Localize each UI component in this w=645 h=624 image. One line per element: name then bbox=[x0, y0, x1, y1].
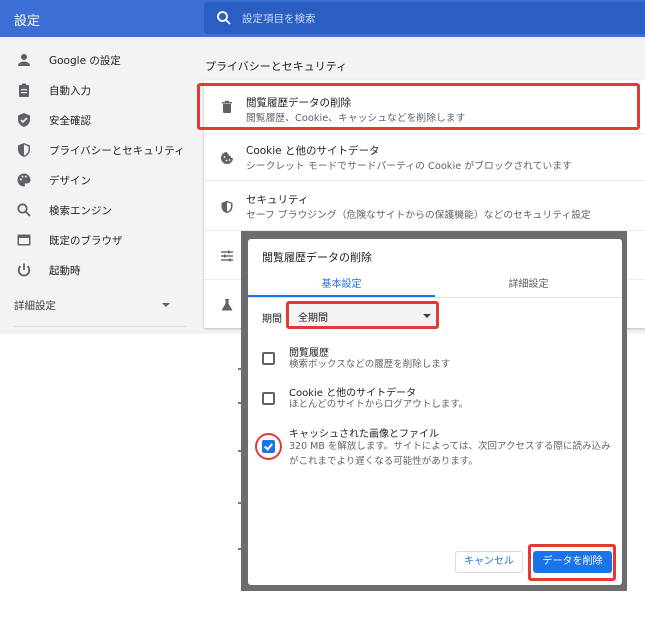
sidebar-item-default-browser[interactable]: 既定のブラウザ bbox=[0, 225, 190, 255]
search-box[interactable]: 設定項目を検索 bbox=[204, 2, 645, 34]
sidebar-item-label: 既定のブラウザ bbox=[49, 235, 123, 247]
row-cookies[interactable]: Cookie と他のサイトデータ シークレット モードでサードパーティの Coo… bbox=[204, 134, 645, 180]
dialog-title: 閲覧履歴データの削除 bbox=[262, 251, 372, 264]
sidebar-item-google[interactable]: Google の設定 bbox=[0, 45, 190, 75]
clipboard-icon bbox=[19, 83, 29, 97]
sidebar-item-label: 自動入力 bbox=[49, 85, 91, 97]
section-title: プライバシーとセキュリティ bbox=[205, 60, 348, 73]
sidebar-item-label: 起動時 bbox=[49, 265, 81, 277]
sidebar-item-privacy[interactable]: プライバシーとセキュリティ bbox=[0, 135, 190, 165]
sidebar-item-label: 検索エンジン bbox=[49, 205, 112, 217]
sidebar-item-on-startup[interactable]: 起動時 bbox=[0, 255, 190, 285]
browser-icon bbox=[17, 234, 31, 246]
row-subtitle: セーフ ブラウジング（危険なサイトからの保護機能）などのセキュリティ設定 bbox=[246, 210, 591, 221]
highlight-cache-checkbox bbox=[255, 433, 282, 460]
advanced-settings-toggle[interactable]: 詳細設定 bbox=[14, 298, 56, 313]
option-title: キャッシュされた画像とファイル bbox=[289, 429, 439, 440]
sidebar-item-search-engine[interactable]: 検索エンジン bbox=[0, 195, 190, 225]
shield-check-icon bbox=[18, 113, 30, 127]
sidebar-item-label: デザイン bbox=[49, 175, 91, 187]
search-icon bbox=[17, 203, 31, 217]
highlight-clear-browsing-data bbox=[197, 83, 640, 130]
flask-icon bbox=[221, 299, 233, 311]
sidebar-item-label: プライバシーとセキュリティ bbox=[49, 145, 185, 157]
sidebar-item-label: 安全確認 bbox=[49, 115, 91, 127]
option-subtitle: 検索ボックスなどの履歴を削除します bbox=[289, 359, 451, 370]
highlight-clear-data-button bbox=[528, 544, 616, 581]
checkbox-cookies[interactable] bbox=[262, 392, 275, 405]
cookie-icon bbox=[221, 152, 233, 164]
app-header: 設定 設定項目を検索 bbox=[0, 0, 645, 37]
shield-icon bbox=[221, 200, 233, 214]
option-subtitle: がこれまでより遅くなる可能性があります。 bbox=[289, 456, 478, 467]
option-subtitle: 320 MB を解放します。サイトによっては、次回アクセスする際に読み込み bbox=[289, 441, 611, 452]
sidebar-item-label: Google の設定 bbox=[49, 55, 121, 67]
power-icon bbox=[17, 263, 31, 277]
row-security[interactable]: セキュリティ セーフ ブラウジング（危険なサイトからの保護機能）などのセキュリテ… bbox=[204, 181, 645, 230]
tab-divider bbox=[248, 297, 622, 298]
sidebar-divider bbox=[14, 326, 186, 327]
app-title: 設定 bbox=[14, 14, 41, 29]
sliders-icon bbox=[221, 250, 233, 262]
clear-data-dialog: 閲覧履歴データの削除 基本設定 詳細設定 期間 全期間 閲覧履歴 検索ボックスな… bbox=[248, 239, 622, 585]
sidebar-item-appearance[interactable]: デザイン bbox=[0, 165, 190, 195]
highlight-period-select bbox=[286, 301, 439, 329]
person-icon bbox=[18, 54, 30, 66]
tab-advanced[interactable]: 詳細設定 bbox=[435, 275, 622, 297]
search-placeholder[interactable]: 設定項目を検索 bbox=[242, 11, 316, 26]
row-title: セキュリティ bbox=[246, 194, 309, 206]
search-icon bbox=[217, 11, 231, 25]
chevron-down-icon[interactable] bbox=[162, 303, 170, 307]
row-subtitle: シークレット モードでサードパーティの Cookie がブロックされています bbox=[246, 161, 572, 172]
sidebar-item-safety-check[interactable]: 安全確認 bbox=[0, 105, 190, 135]
cancel-button[interactable]: キャンセル bbox=[455, 551, 523, 573]
option-subtitle: ほとんどのサイトからログアウトします。 bbox=[289, 399, 469, 410]
row-title: Cookie と他のサイトデータ bbox=[246, 145, 380, 157]
tab-basic[interactable]: 基本設定 bbox=[248, 275, 435, 297]
sidebar-item-autofill[interactable]: 自動入力 bbox=[0, 75, 190, 105]
checkbox-browsing-history[interactable] bbox=[262, 352, 275, 365]
shield-icon bbox=[18, 143, 30, 157]
palette-icon bbox=[17, 173, 31, 187]
period-label: 期間 bbox=[262, 314, 282, 325]
